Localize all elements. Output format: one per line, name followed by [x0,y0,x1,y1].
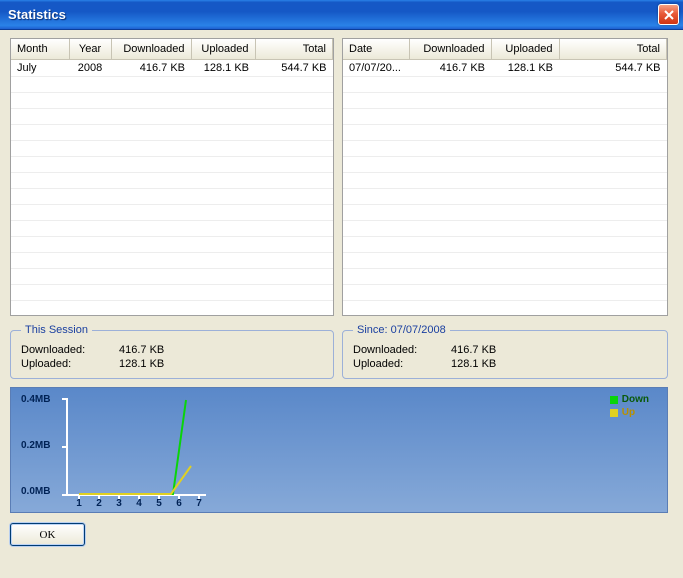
since-downloaded-label: Downloaded: [353,344,451,356]
traffic-chart: 0.4MB 0.2MB 0.0MB 1 2 3 4 5 6 7 Down U [10,387,668,513]
col-date[interactable]: Date [343,39,409,59]
close-icon [664,10,674,20]
close-button[interactable] [658,4,679,25]
col-uploaded[interactable]: Uploaded [191,39,255,59]
daily-table[interactable]: Date Downloaded Uploaded Total 07/07/20.… [342,38,668,316]
col-year[interactable]: Year [69,39,111,59]
chart-legend: Down Up [610,394,649,420]
session-downloaded-label: Downloaded: [21,344,119,356]
session-uploaded-label: Uploaded: [21,358,119,370]
since-group: Since: 07/07/2008 Downloaded: 416.7 KB U… [342,324,668,379]
ok-button[interactable]: OK [10,523,85,546]
col-downloaded-2[interactable]: Downloaded [409,39,491,59]
titlebar: Statistics [0,0,683,30]
since-downloaded-value: 416.7 KB [451,344,496,356]
since-legend: Since: 07/07/2008 [353,324,450,336]
col-downloaded[interactable]: Downloaded [111,39,191,59]
col-total[interactable]: Total [255,39,333,59]
table-row[interactable]: 07/07/20... 416.7 KB 128.1 KB 544.7 KB [343,59,667,76]
chart-lines [11,388,669,514]
content-area: Month Year Downloaded Uploaded Total Jul… [0,30,683,556]
since-uploaded-value: 128.1 KB [451,358,496,370]
session-legend: This Session [21,324,92,336]
session-uploaded-value: 128.1 KB [119,358,164,370]
monthly-table[interactable]: Month Year Downloaded Uploaded Total Jul… [10,38,334,316]
window-title: Statistics [8,7,66,22]
col-total-2[interactable]: Total [559,39,667,59]
col-uploaded-2[interactable]: Uploaded [491,39,559,59]
col-month[interactable]: Month [11,39,69,59]
table-row[interactable]: July 2008 416.7 KB 128.1 KB 544.7 KB [11,59,333,76]
since-uploaded-label: Uploaded: [353,358,451,370]
session-group: This Session Downloaded: 416.7 KB Upload… [10,324,334,379]
session-downloaded-value: 416.7 KB [119,344,164,356]
